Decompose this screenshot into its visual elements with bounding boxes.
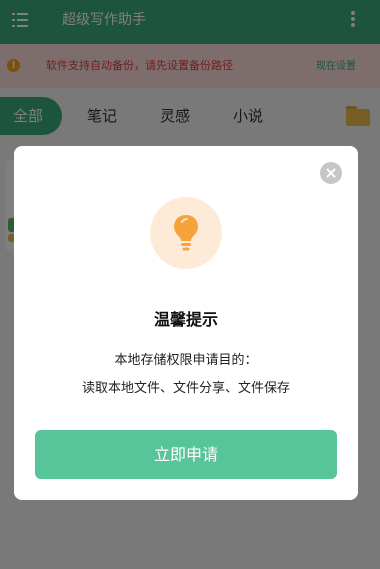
close-icon[interactable] — [320, 162, 342, 184]
lightbulb-icon — [150, 197, 222, 269]
permission-dialog: 温馨提示 本地存储权限申请目的： 读取本地文件、文件分享、文件保存 立即申请 — [14, 146, 358, 500]
dialog-purpose-detail: 读取本地文件、文件分享、文件保存 — [81, 381, 290, 396]
dialog-title: 温馨提示 — [153, 310, 218, 329]
dialog-purpose-label: 本地存储权限申请目的： — [114, 353, 258, 368]
apply-now-button[interactable]: 立即申请 — [35, 430, 337, 479]
